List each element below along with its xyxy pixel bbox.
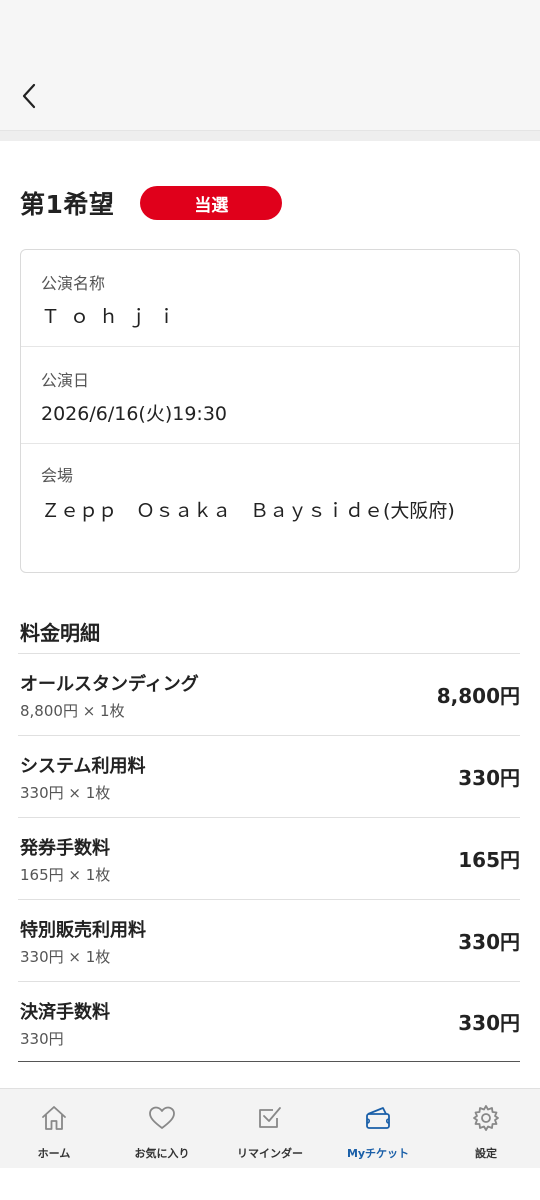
- performance-name-value: Ｔｏｈｊｉ: [41, 306, 187, 328]
- ticket-icon: [363, 1103, 393, 1133]
- performance-date-label: 公演日: [41, 371, 90, 390]
- bottom-spacer: [0, 1168, 540, 1200]
- bottom-navigation: ホーム お気に入り リマインダー Myチケット 設定: [0, 1088, 540, 1168]
- nav-home-label: ホーム: [37, 1147, 71, 1160]
- gear-icon: [471, 1103, 501, 1133]
- performance-date-row: 公演日 2026/6/16(火)19:30: [21, 347, 519, 444]
- fee-detail: 8,800円 × 1枚: [20, 702, 125, 720]
- venue-label: 会場: [41, 466, 74, 485]
- nav-my-ticket-label: Myチケット: [346, 1147, 410, 1160]
- venue-value: Ｚｅｐｐ Ｏｓａｋａ Ｂａｙｓｉｄｅ(大阪府): [41, 500, 455, 522]
- fee-name: システム利用料: [20, 756, 146, 777]
- fee-row: オールスタンディング 8,800円 × 1枚 8,800円: [18, 654, 520, 736]
- fee-row: 決済手数料 330円 330円: [18, 982, 520, 1062]
- performance-date-value: 2026/6/16(火)19:30: [41, 403, 228, 425]
- fee-detail: 165円 × 1枚: [20, 866, 111, 884]
- nav-reminder[interactable]: リマインダー: [216, 1089, 324, 1168]
- back-button[interactable]: [12, 78, 46, 114]
- fee-row: 発券手数料 165円 × 1枚 165円: [18, 818, 520, 900]
- fee-name: 発券手数料: [20, 838, 110, 859]
- header-bar: [0, 0, 540, 131]
- choice-header: 第1希望 当選: [20, 181, 283, 225]
- nav-settings-label: 設定: [475, 1147, 497, 1160]
- nav-home[interactable]: ホーム: [0, 1089, 108, 1168]
- fee-name: 決済手数料: [20, 1002, 110, 1023]
- nav-reminder-label: リマインダー: [237, 1147, 303, 1160]
- fee-price: 330円: [458, 930, 520, 954]
- home-icon: [39, 1103, 69, 1133]
- fee-row: システム利用料 330円 × 1枚 330円: [18, 736, 520, 818]
- fee-name: 特別販売利用料: [20, 920, 146, 941]
- fee-price: 330円: [458, 766, 520, 790]
- fee-price: 165円: [458, 848, 520, 872]
- fee-price: 8,800円: [436, 684, 520, 708]
- performance-name-row: 公演名称 Ｔｏｈｊｉ: [21, 250, 519, 347]
- heart-icon: [147, 1103, 177, 1133]
- header-divider: [0, 131, 540, 141]
- fee-name: オールスタンディング: [20, 674, 199, 695]
- fee-detail: 330円 × 1枚: [20, 784, 111, 802]
- nav-favorites-label: お気に入り: [134, 1147, 190, 1160]
- status-badge: 当選: [140, 186, 283, 220]
- nav-settings[interactable]: 設定: [432, 1089, 540, 1168]
- performance-info-card: 公演名称 Ｔｏｈｊｉ 公演日 2026/6/16(火)19:30 会場 Ｚｅｐｐ…: [20, 249, 520, 573]
- performance-name-label: 公演名称: [41, 274, 106, 293]
- nav-my-ticket[interactable]: Myチケット: [324, 1089, 432, 1168]
- fee-detail: 330円 × 1枚: [20, 948, 111, 966]
- checkbox-icon: [255, 1103, 285, 1133]
- fee-section-title: 料金明細: [20, 621, 100, 645]
- fee-list: オールスタンディング 8,800円 × 1枚 8,800円 システム利用料 33…: [18, 653, 520, 1062]
- fee-detail: 330円: [20, 1030, 64, 1048]
- choice-title: 第1希望: [20, 190, 115, 219]
- chevron-left-icon: [22, 83, 36, 109]
- fee-row: 特別販売利用料 330円 × 1枚 330円: [18, 900, 520, 982]
- venue-row: 会場 Ｚｅｐｐ Ｏｓａｋａ Ｂａｙｓｉｄｅ(大阪府): [21, 444, 519, 574]
- nav-favorites[interactable]: お気に入り: [108, 1089, 216, 1168]
- fee-price: 330円: [458, 1011, 520, 1035]
